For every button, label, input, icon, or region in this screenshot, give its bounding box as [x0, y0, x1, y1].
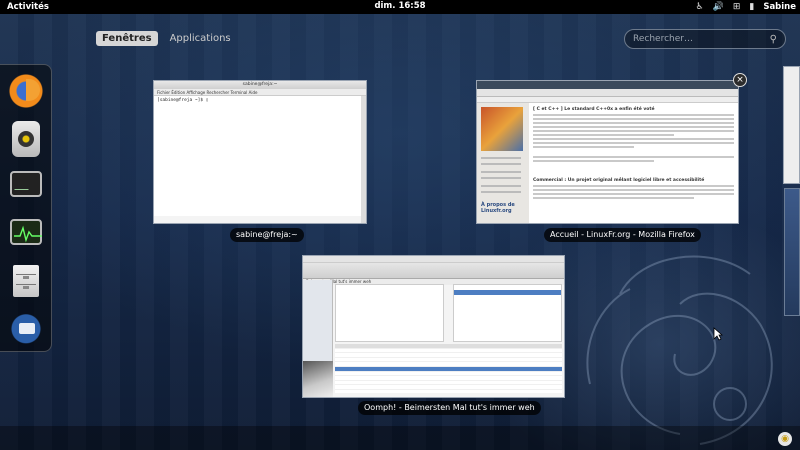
scrollbar: [361, 96, 366, 223]
artist-album-browser: [335, 284, 562, 342]
sidebar-heading: À propos de Linuxfr.org: [481, 202, 515, 214]
tab-windows[interactable]: Fenêtres: [96, 31, 158, 46]
file-cabinet-icon[interactable]: [13, 265, 39, 297]
system-monitor-icon[interactable]: [10, 219, 42, 245]
workspace-thumbnail[interactable]: [784, 188, 800, 316]
tab-applications[interactable]: Applications: [164, 31, 237, 46]
search-icon: ⚲: [769, 33, 777, 45]
firefox-icon[interactable]: [8, 73, 44, 109]
battery-icon[interactable]: ▮: [749, 0, 754, 14]
window-menubar: Fichier Édition Affichage Rechercher Ter…: [154, 89, 366, 96]
browser-page: À propos de Linuxfr.org [ C et C++ ] Le …: [477, 103, 738, 223]
window-caption-banshee[interactable]: Oomph! - Beimersten Mal tut's immer weh: [358, 401, 541, 415]
user-menu[interactable]: Sabine: [763, 2, 796, 12]
window-menubar: [303, 256, 564, 263]
article-headline: Commercial : Un projet original mêlant l…: [533, 178, 705, 183]
album-art: [303, 361, 333, 397]
window-thumbnail-firefox[interactable]: À propos de Linuxfr.org [ C et C++ ] Le …: [476, 80, 739, 224]
terminal-prompt: [sabine@freja ~]$ ▯: [154, 96, 366, 216]
top-panel: Activités dim. 16:58 ♿ 🔊 ⊞ ▮ Sabine: [0, 0, 800, 14]
search-box[interactable]: ⚲: [624, 29, 786, 49]
player-toolbar: [303, 263, 564, 279]
page-sidebar: À propos de Linuxfr.org: [477, 103, 529, 223]
window-caption-firefox[interactable]: Accueil - LinuxFr.org - Mozilla Firefox: [544, 228, 701, 242]
search-input[interactable]: [633, 34, 770, 44]
window-title: sabine@freja:~: [154, 81, 366, 89]
network-icon[interactable]: ⊞: [733, 0, 741, 14]
window-thumbnail-partial[interactable]: [783, 66, 800, 184]
message-tray: [0, 426, 800, 450]
browser-tabs: [477, 81, 738, 89]
wallpaper-swirl: [586, 255, 773, 445]
volume-icon[interactable]: 🔊: [713, 0, 724, 14]
notification-icon[interactable]: ◉: [778, 432, 792, 446]
system-tray: ♿ 🔊 ⊞ ▮ Sabine: [696, 0, 796, 14]
browser-navbar: [477, 89, 738, 97]
thunderbird-icon[interactable]: [8, 309, 44, 345]
window-thumbnail-terminal[interactable]: sabine@freja:~ Fichier Édition Affichage…: [153, 80, 367, 224]
close-icon[interactable]: ×: [733, 73, 747, 87]
dash: [0, 64, 52, 352]
accessibility-icon[interactable]: ♿: [696, 0, 704, 14]
article-headline: [ C et C++ ] Le standard C++0x a enfin é…: [533, 107, 655, 112]
view-selector: Fenêtres Applications: [96, 31, 237, 46]
window-caption-terminal[interactable]: sabine@freja:~: [230, 228, 304, 242]
site-banner: [481, 107, 523, 151]
track-list: [335, 344, 562, 393]
window-thumbnail-banshee[interactable]: Beimersten Mal tut's immer weh: [302, 255, 565, 398]
terminal-icon[interactable]: [10, 171, 42, 197]
page-articles: [ C et C++ ] Le standard C++0x a enfin é…: [533, 105, 734, 199]
clock[interactable]: dim. 16:58: [0, 1, 800, 11]
rhythmbox-icon[interactable]: [12, 121, 40, 157]
